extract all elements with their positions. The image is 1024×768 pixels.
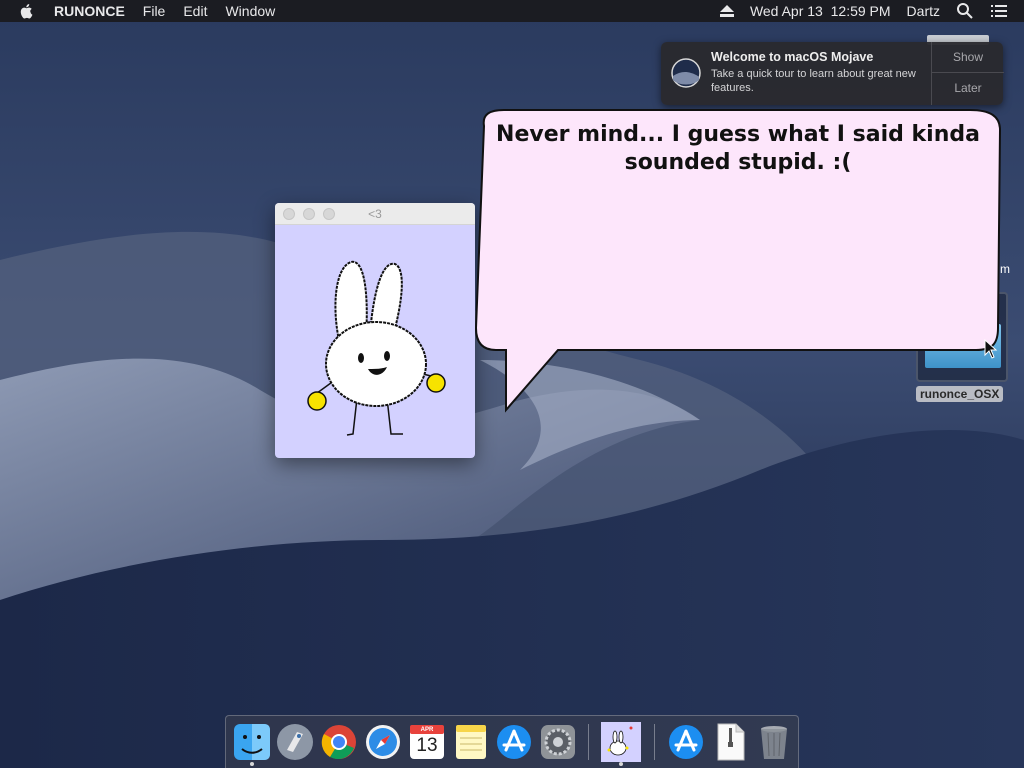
trash-icon[interactable]	[754, 722, 794, 762]
mouse-cursor-icon	[984, 339, 998, 359]
finder-running-indicator	[250, 762, 254, 766]
dock-item-safari[interactable]	[363, 722, 403, 762]
pet-window-titlebar[interactable]: <3	[275, 203, 475, 225]
calendar-day: 13	[416, 735, 438, 756]
notification-show-button[interactable]: Show	[932, 42, 1004, 73]
chrome-icon[interactable]	[319, 722, 359, 762]
bunny-character[interactable]	[295, 248, 455, 448]
safari-icon[interactable]	[363, 722, 403, 762]
dock-item-app-store[interactable]	[494, 722, 534, 762]
app-store-downloads-icon[interactable]	[666, 722, 706, 762]
dock-item-launchpad[interactable]	[275, 722, 315, 762]
launchpad-icon[interactable]	[275, 722, 315, 762]
menu-user[interactable]: Dartz	[907, 3, 940, 19]
notification-actions: Show Later	[931, 42, 1004, 105]
dock: APR 13	[225, 715, 799, 768]
dock-item-runonce-pet[interactable]	[601, 722, 641, 762]
dock-item-zip-file[interactable]	[710, 722, 750, 762]
notes-icon[interactable]	[451, 722, 491, 762]
finder-icon[interactable]	[232, 722, 272, 762]
notification-later-button[interactable]: Later	[932, 73, 1004, 104]
zip-file-icon[interactable]	[710, 722, 750, 762]
notification-title: Welcome to macOS Mojave	[711, 50, 874, 64]
dock-item-downloads[interactable]	[666, 722, 706, 762]
app-store-icon[interactable]	[494, 722, 534, 762]
apple-icon[interactable]	[18, 2, 36, 20]
dock-item-trash[interactable]	[754, 722, 794, 762]
macos-mojave-icon	[671, 58, 701, 88]
speech-bubble-text: Never mind... I guess what I said kinda …	[496, 122, 980, 175]
dock-divider	[588, 724, 589, 760]
eject-icon[interactable]	[719, 5, 734, 17]
notification-center-icon[interactable]	[990, 2, 1008, 20]
dock-item-calendar[interactable]: APR 13	[407, 722, 447, 762]
calendar-month: APR	[420, 727, 434, 733]
pet-window[interactable]: <3	[275, 203, 475, 458]
menu-file[interactable]: File	[143, 3, 166, 19]
dock-item-notes[interactable]	[451, 722, 491, 762]
mojave-welcome-notification[interactable]: Welcome to macOS Mojave Take a quick tou…	[661, 42, 1004, 105]
runonce-pet-icon[interactable]	[601, 722, 641, 762]
spotlight-search-icon[interactable]	[956, 2, 974, 20]
app-name-menu[interactable]: RUNONCE	[54, 3, 125, 19]
dock-item-chrome[interactable]	[319, 722, 359, 762]
menu-bar: RUNONCE File Edit Window Wed Apr 13 12:5…	[0, 0, 1024, 22]
runonce-running-indicator	[619, 762, 623, 766]
dock-item-system-preferences[interactable]	[538, 722, 578, 762]
menu-clock[interactable]: Wed Apr 13 12:59 PM	[750, 3, 891, 19]
menu-window[interactable]: Window	[225, 3, 275, 19]
notification-body: Take a quick tour to learn about great n…	[711, 68, 916, 94]
menu-edit[interactable]: Edit	[183, 3, 207, 19]
pet-window-title: <3	[368, 207, 382, 221]
system-preferences-icon[interactable]	[538, 722, 578, 762]
dock-item-finder[interactable]	[232, 722, 272, 762]
dock-divider-2	[654, 724, 655, 760]
